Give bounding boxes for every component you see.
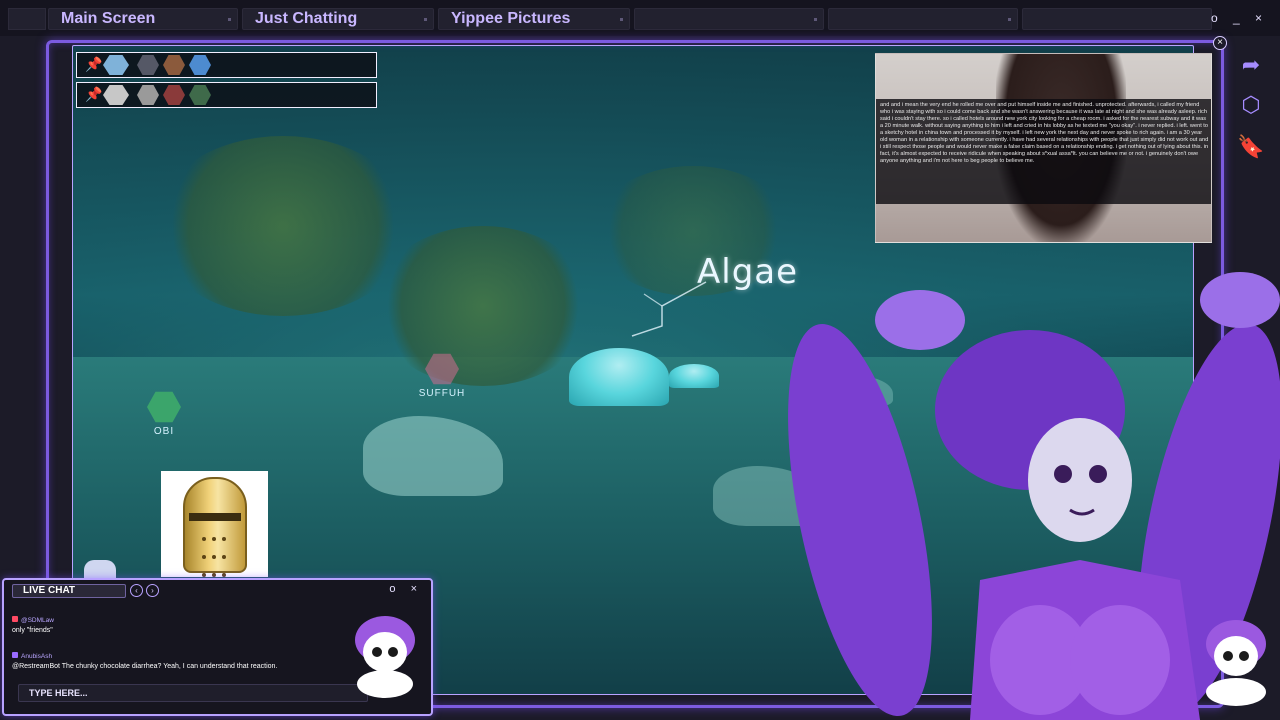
chibi-mascot (355, 616, 415, 698)
chevron-right-icon[interactable]: › (146, 584, 159, 597)
clip-caption: and and i mean the very end he rolled me… (876, 99, 1211, 204)
helmet-vents (199, 531, 231, 577)
item-slot[interactable] (163, 55, 185, 75)
tab-dot (424, 18, 427, 21)
chat-text: @RestreamBot The chunky chocolate diarrh… (12, 663, 278, 670)
pin-icon[interactable]: 📌 (85, 56, 102, 73)
scene-tab-bar: Main Screen Just Chatting Yippee Picture… (0, 0, 1280, 36)
chat-input[interactable]: TYPE HERE... (18, 684, 368, 702)
tab-dot (814, 18, 817, 21)
tab-empty-2[interactable] (828, 8, 1018, 30)
knight-helmet-emote (161, 471, 268, 577)
item-slot[interactable] (137, 55, 159, 75)
chat-message: @SDMLaw only "friends" (12, 616, 54, 636)
hotbar-2: 📌 (76, 82, 377, 108)
chat-username: AnubisAsh (12, 652, 277, 662)
tab-label: Main Screen (61, 10, 156, 27)
chibi-mascot (1206, 620, 1266, 706)
tab-blank-left[interactable] (8, 8, 46, 30)
video-clip: and and i mean the very end he rolled me… (875, 53, 1212, 243)
item-slot[interactable] (103, 85, 129, 105)
tab-dot (1008, 18, 1011, 21)
chat-window-controls[interactable]: o × (389, 583, 423, 595)
shield-icon[interactable]: ⬡ (1236, 90, 1266, 120)
stream-overlay: Main Screen Just Chatting Yippee Picture… (0, 0, 1280, 720)
tab-empty-3[interactable] (1022, 8, 1212, 30)
item-slot[interactable] (137, 85, 159, 105)
helmet-visor (189, 513, 241, 521)
tab-label: Just Chatting (255, 10, 358, 27)
pin-icon[interactable]: 📌 (85, 86, 102, 103)
hud-element (84, 560, 116, 578)
hotbar-1: 📌 (76, 52, 377, 78)
tab-empty-1[interactable] (634, 8, 824, 30)
chat-text: only "friends" (12, 627, 53, 634)
helmet-icon (183, 477, 247, 577)
tab-yippee-pictures[interactable]: Yippee Pictures (438, 8, 630, 30)
chat-username: @SDMLaw (12, 616, 54, 626)
tab-just-chatting[interactable]: Just Chatting (242, 8, 434, 30)
tab-label: Yippee Pictures (451, 10, 571, 27)
chat-title: LIVE CHAT (12, 584, 126, 598)
share-icon[interactable]: ➦ (1236, 50, 1266, 80)
item-slot[interactable] (189, 85, 211, 105)
close-icon[interactable]: × (1213, 36, 1227, 50)
tab-dot (228, 18, 231, 21)
item-slot[interactable] (163, 85, 185, 105)
item-slot[interactable] (189, 55, 211, 75)
chat-message: AnubisAsh @RestreamBot The chunky chocol… (12, 652, 277, 672)
bookmark-icon[interactable]: 🔖 (1236, 132, 1266, 162)
tab-main-screen[interactable]: Main Screen (48, 8, 238, 30)
tab-dot (620, 18, 623, 21)
youtube-icon (12, 616, 18, 622)
window-controls[interactable]: o _ × (1211, 11, 1268, 25)
item-slot[interactable] (103, 55, 129, 75)
platform-icon (12, 652, 18, 658)
chevron-left-icon[interactable]: ‹ (130, 584, 143, 597)
